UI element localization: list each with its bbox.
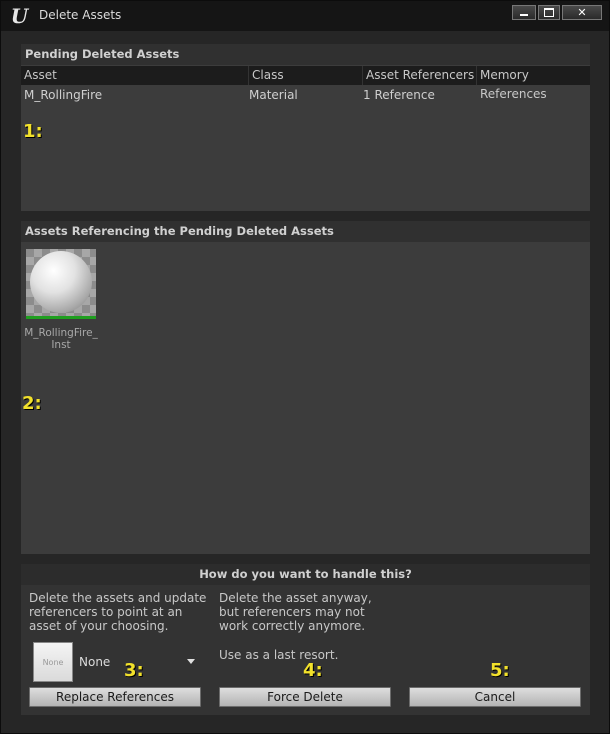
asset-label-line-1: M_RollingFire_: [24, 327, 98, 339]
maximize-icon: [544, 8, 554, 17]
handle-options-title: How do you want to handle this?: [21, 564, 590, 585]
maximize-button[interactable]: [538, 5, 560, 20]
unreal-logo-icon: U: [10, 4, 28, 28]
asset-thumbnail: [26, 249, 96, 319]
annotation-4: 4:: [303, 660, 323, 681]
referencing-assets-header: Assets Referencing the Pending Deleted A…: [21, 221, 590, 242]
cell-class: Material: [249, 88, 298, 102]
column-header-asset-referencers[interactable]: Asset Referencers: [363, 66, 477, 85]
force-delete-button[interactable]: Force Delete: [219, 687, 391, 707]
cell-asset: M_RollingFire: [24, 88, 103, 102]
column-header-class[interactable]: Class: [249, 66, 363, 85]
pending-deleted-assets-header: Pending Deleted Assets: [21, 44, 590, 65]
asset-tile-label: M_RollingFire_ Inst: [21, 327, 101, 351]
replace-references-button[interactable]: Replace References: [29, 687, 201, 707]
close-button[interactable]: ✕: [562, 5, 602, 20]
annotation-1: 1:: [23, 121, 43, 142]
pending-deleted-assets-panel: Pending Deleted Assets Asset Class Asset…: [21, 44, 590, 211]
asset-label-line-2: Inst: [51, 339, 71, 351]
annotation-5: 5:: [490, 660, 510, 681]
title-bar[interactable]: U Delete Assets ✕: [1, 1, 609, 31]
chevron-down-icon[interactable]: [187, 659, 195, 664]
material-sphere-icon: [30, 251, 92, 313]
minimize-button[interactable]: [512, 5, 536, 20]
delete-assets-window: U Delete Assets ✕ Pending Deleted Assets…: [0, 0, 610, 734]
annotation-3: 3:: [124, 660, 144, 681]
cell-referencers: 1 Reference: [363, 88, 435, 102]
replace-description: Delete the assets and update referencers…: [29, 591, 207, 633]
cell-memory: [477, 86, 480, 104]
referencing-assets-panel: Assets Referencing the Pending Deleted A…: [21, 221, 590, 554]
handle-options-panel: How do you want to handle this? Delete t…: [21, 564, 590, 715]
column-header-asset[interactable]: Asset: [21, 66, 249, 85]
close-icon: ✕: [577, 6, 587, 19]
cancel-button[interactable]: Cancel: [409, 687, 581, 707]
window-title: Delete Assets: [39, 8, 122, 22]
pending-table-header: Asset Class Asset Referencers Memory Ref…: [21, 66, 590, 101]
asset-tile[interactable]: M_RollingFire_ Inst: [21, 221, 101, 356]
column-header-memory-references[interactable]: Memory References: [477, 66, 590, 101]
window-controls: ✕: [512, 5, 602, 20]
force-delete-description: Delete the asset anyway, but referencers…: [219, 591, 372, 633]
table-row[interactable]: M_RollingFire Material 1 Reference: [21, 86, 590, 104]
replacement-asset-value[interactable]: None: [79, 655, 110, 669]
annotation-2: 2:: [22, 393, 42, 414]
replacement-asset-thumbnail[interactable]: None: [33, 642, 73, 682]
minimize-icon: [520, 14, 528, 16]
